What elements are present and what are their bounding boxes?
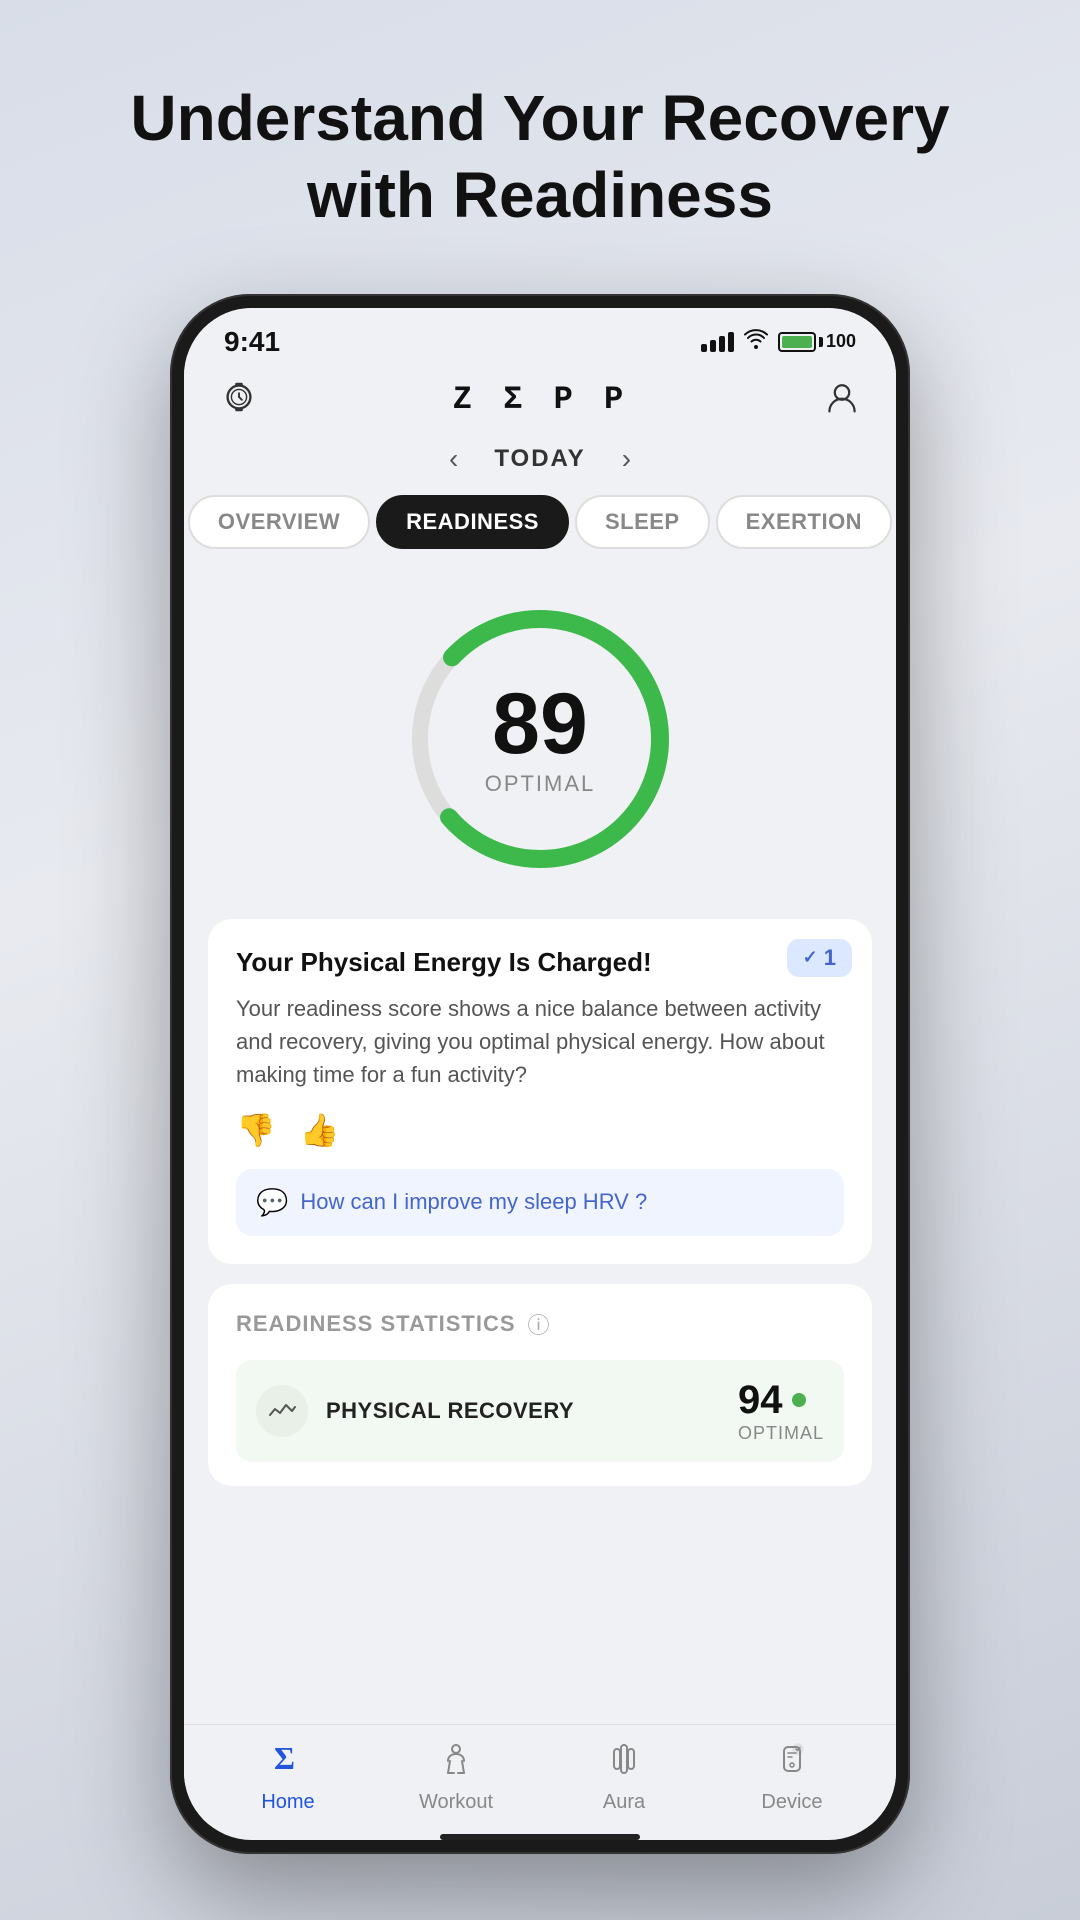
stats-title: READINESS STATISTICS — [236, 1311, 516, 1337]
nav-workout-label: Workout — [419, 1791, 493, 1814]
app-logo: Z Σ P P — [453, 381, 629, 418]
score-status: OPTIMAL — [485, 771, 596, 797]
nav-item-aura[interactable]: Aura — [569, 1741, 679, 1814]
score-value: 89 — [485, 681, 596, 767]
profile-icon[interactable] — [824, 379, 860, 420]
nav-item-device[interactable]: Device — [737, 1741, 847, 1814]
physical-recovery-label: PHYSICAL RECOVERY — [326, 1398, 574, 1424]
thumbs-up-button[interactable]: 👍 — [300, 1111, 340, 1149]
nav-device-label: Device — [761, 1791, 822, 1814]
hrv-question-text: How can I improve my sleep HRV ? — [300, 1189, 647, 1215]
status-time: 9:41 — [224, 326, 280, 358]
next-date-button[interactable]: › — [610, 439, 643, 479]
physical-recovery-value: 94 — [738, 1378, 824, 1423]
physical-recovery-sublabel: OPTIMAL — [738, 1423, 824, 1444]
status-bar: 9:41 10 — [184, 308, 896, 368]
phone-screen: 9:41 10 — [184, 308, 896, 1840]
check-icon: ✓ — [803, 947, 818, 968]
chat-icon: 💬 — [256, 1187, 288, 1218]
physical-recovery-row[interactable]: PHYSICAL RECOVERY 94 OPTIMAL — [236, 1360, 844, 1462]
tab-bar: OVERVIEW READINESS SLEEP EXERTION — [184, 495, 896, 569]
insight-title: Your Physical Energy Is Charged! — [236, 947, 844, 978]
bottom-nav: Σ Home Workout — [184, 1724, 896, 1824]
readiness-score-circle: 89 OPTIMAL — [390, 589, 690, 889]
app-header: Z Σ P P — [184, 368, 896, 431]
thumbs-down-button[interactable]: 👎 — [236, 1111, 276, 1149]
watch-icon[interactable] — [220, 378, 258, 421]
signal-icon — [701, 332, 734, 352]
score-section: 89 OPTIMAL — [184, 569, 896, 919]
feedback-icons: 👎 👍 — [236, 1111, 844, 1149]
stats-card: READINESS STATISTICS ⓘ PHYSICAL RECOVERY… — [208, 1284, 872, 1486]
phone-frame: 9:41 10 — [170, 294, 910, 1854]
date-nav: ‹ TODAY › — [184, 431, 896, 495]
insight-badge: ✓ 1 — [787, 939, 852, 977]
tab-exertion[interactable]: EXERTION — [716, 495, 892, 549]
info-icon[interactable]: ⓘ — [528, 1308, 550, 1340]
insight-card: ✓ 1 Your Physical Energy Is Charged! You… — [208, 919, 872, 1264]
svg-text:Σ: Σ — [274, 1741, 295, 1776]
status-icons: 100 — [701, 329, 856, 355]
score-center: 89 OPTIMAL — [485, 681, 596, 797]
nav-item-workout[interactable]: Workout — [401, 1741, 511, 1814]
stats-header: READINESS STATISTICS ⓘ — [236, 1308, 844, 1340]
hrv-question-button[interactable]: 💬 How can I improve my sleep HRV ? — [236, 1169, 844, 1236]
date-label: TODAY — [494, 445, 585, 473]
status-dot — [792, 1393, 806, 1407]
wifi-icon — [744, 329, 768, 355]
prev-date-button[interactable]: ‹ — [437, 439, 470, 479]
aura-icon — [606, 1741, 642, 1785]
device-icon — [774, 1741, 810, 1785]
workout-icon — [438, 1741, 474, 1785]
insight-text: Your readiness score shows a nice balanc… — [236, 992, 844, 1091]
page-title: Understand Your Recovery with Readiness — [70, 80, 1009, 234]
home-icon: Σ — [270, 1741, 306, 1785]
stats-row-left: PHYSICAL RECOVERY — [256, 1385, 574, 1437]
nav-home-label: Home — [261, 1791, 314, 1814]
battery-icon: 100 — [778, 331, 856, 352]
tab-overview[interactable]: OVERVIEW — [188, 495, 370, 549]
tab-readiness[interactable]: READINESS — [376, 495, 569, 549]
tab-sleep[interactable]: SLEEP — [575, 495, 710, 549]
home-indicator — [440, 1834, 640, 1840]
stats-row-right: 94 OPTIMAL — [738, 1378, 824, 1444]
physical-recovery-icon — [256, 1385, 308, 1437]
nav-aura-label: Aura — [603, 1791, 645, 1814]
nav-item-home[interactable]: Σ Home — [233, 1741, 343, 1814]
